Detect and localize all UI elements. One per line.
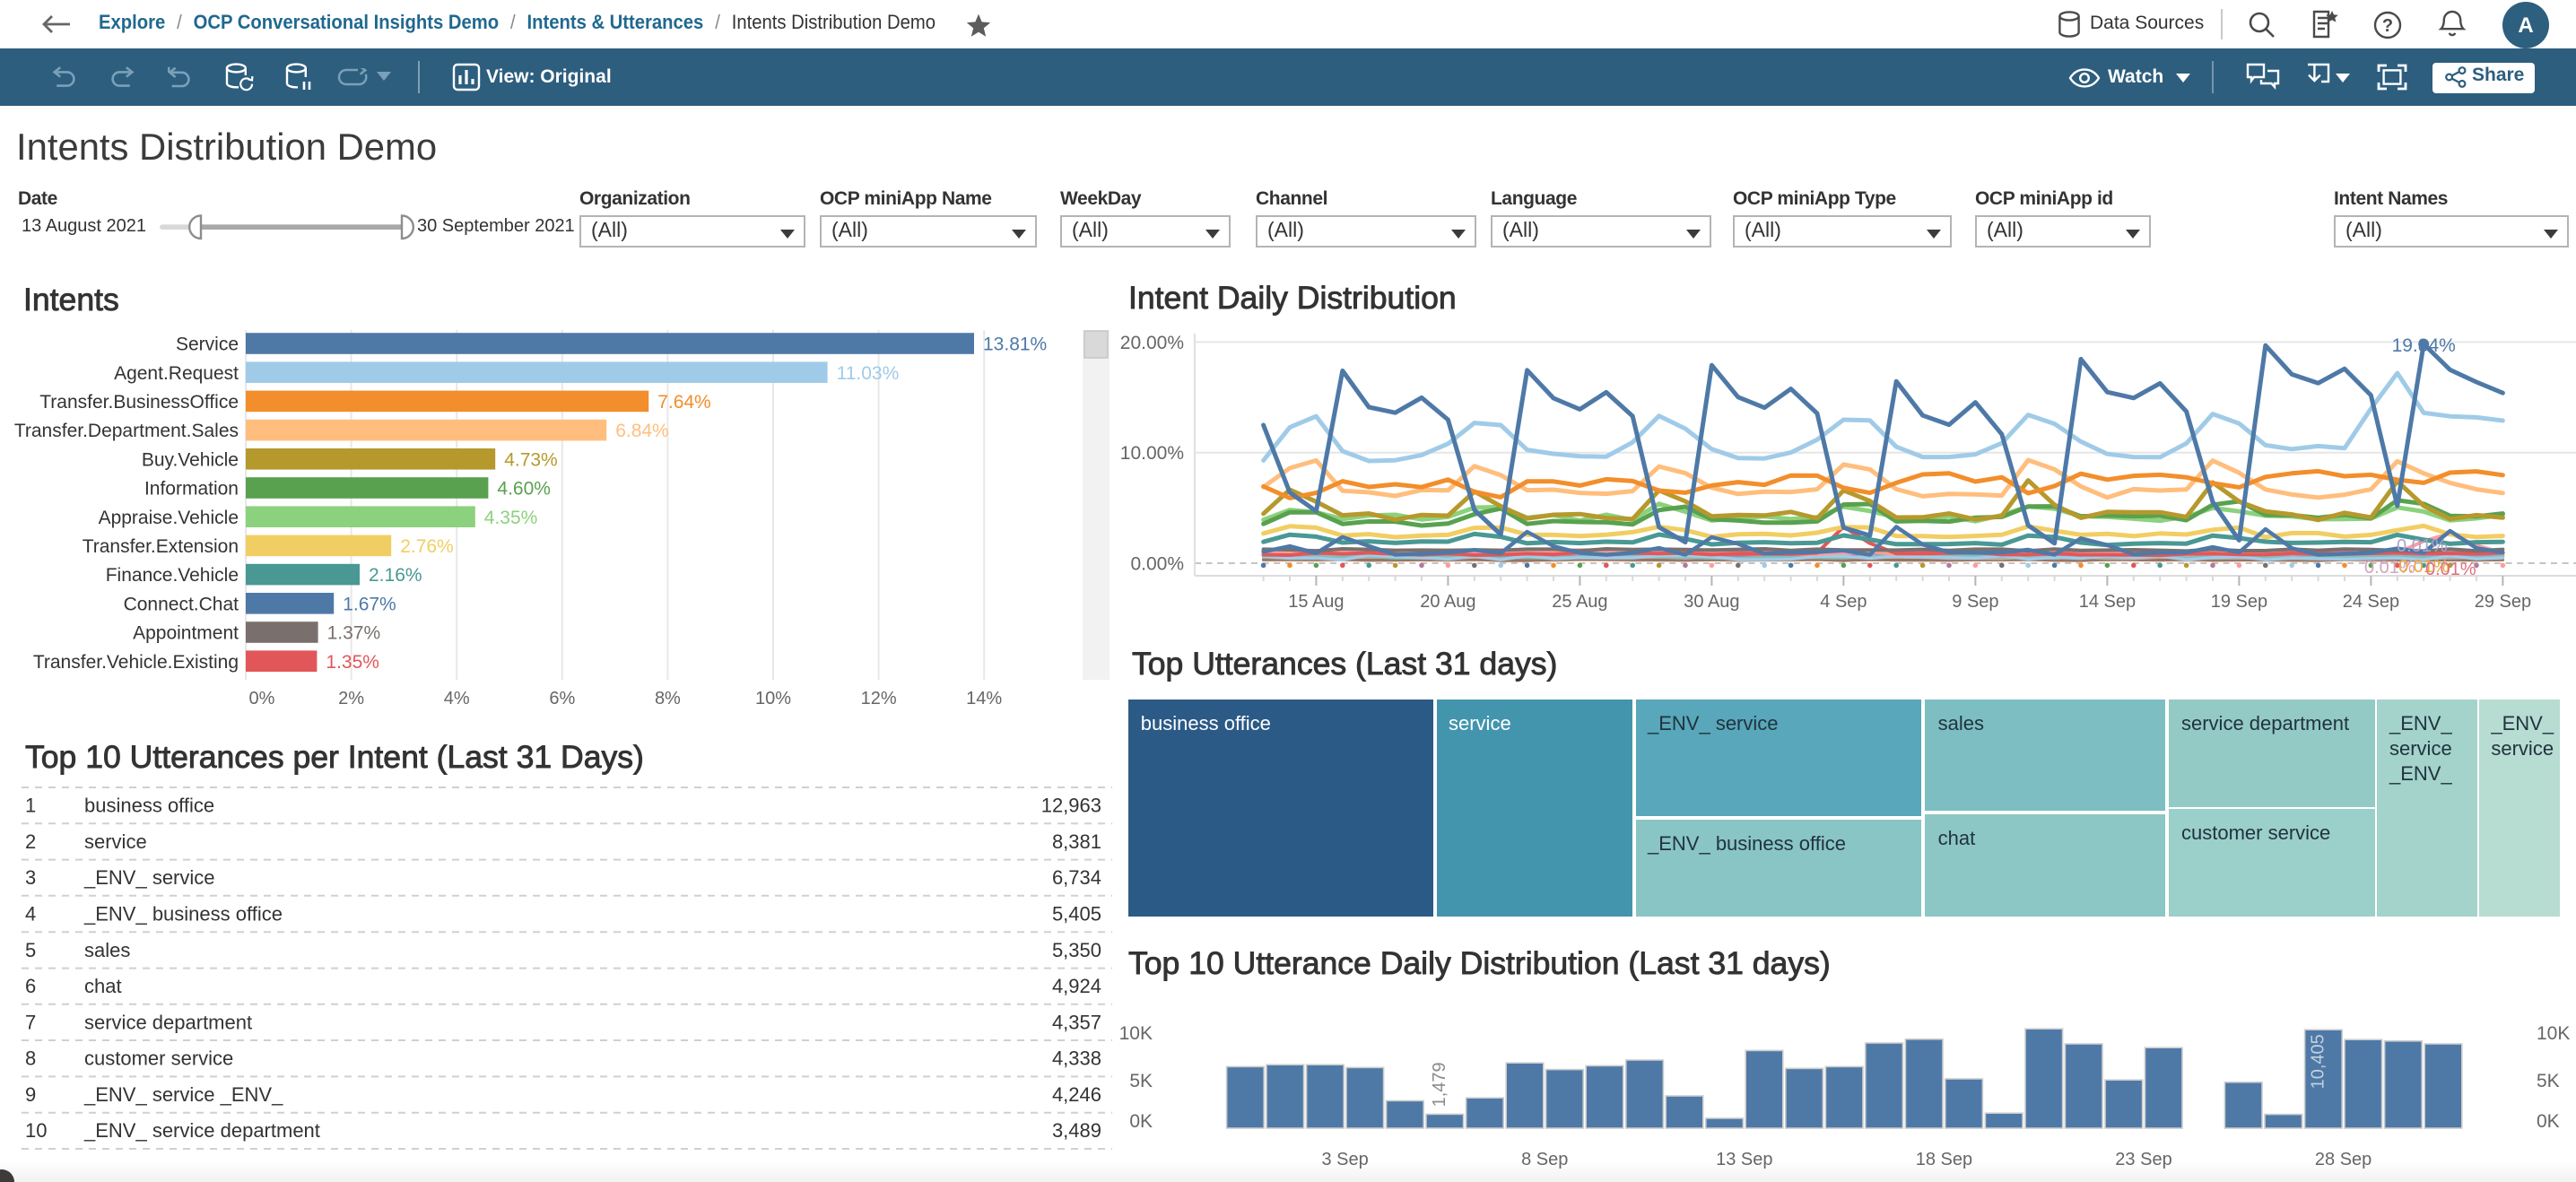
svg-text:10K: 10K [2537, 1023, 2570, 1044]
svg-text:Information: Information [144, 479, 239, 500]
svg-text:chat: chat [84, 975, 122, 997]
svg-text:8%: 8% [655, 689, 681, 708]
svg-text:_ENV_ business office: _ENV_ business office [83, 902, 283, 925]
svg-text:4,924: 4,924 [1052, 975, 1101, 997]
svg-text:19 Sep: 19 Sep [2211, 592, 2267, 612]
svg-text:15 Aug: 15 Aug [1288, 592, 1344, 612]
svg-text:11.03%: 11.03% [837, 363, 900, 384]
svg-text:5: 5 [25, 939, 36, 961]
svg-text:5,405: 5,405 [1052, 902, 1101, 925]
svg-text:Transfer.Department.Sales: Transfer.Department.Sales [14, 421, 239, 441]
svg-text:6%: 6% [549, 689, 575, 708]
svg-text:Connect.Chat: Connect.Chat [124, 594, 239, 614]
svg-text:10K: 10K [1119, 1023, 1153, 1044]
svg-text:24 Sep: 24 Sep [2343, 592, 2399, 612]
svg-text:0%: 0% [249, 689, 275, 708]
svg-text:0.01%: 0.01% [2425, 560, 2476, 579]
svg-text:10,405: 10,405 [2308, 1034, 2328, 1089]
svg-text:1.35%: 1.35% [326, 652, 379, 673]
svg-text:10%: 10% [755, 689, 791, 708]
svg-text:4: 4 [25, 902, 36, 925]
svg-text:4.60%: 4.60% [497, 479, 551, 500]
svg-text:4 Sep: 4 Sep [1820, 592, 1867, 612]
svg-text:6: 6 [25, 975, 36, 997]
svg-text:_ENV_ service: _ENV_ service [83, 866, 215, 889]
svg-text:2%: 2% [338, 689, 364, 708]
svg-text:sales: sales [84, 939, 130, 961]
svg-text:8: 8 [25, 1047, 36, 1070]
svg-text:_ENV_ service _ENV_: _ENV_ service _ENV_ [83, 1083, 283, 1106]
svg-text:12%: 12% [861, 689, 897, 708]
svg-text:3,489: 3,489 [1052, 1119, 1101, 1142]
svg-text:19.84%: 19.84% [2392, 335, 2456, 356]
svg-text:25 Aug: 25 Aug [1552, 592, 1607, 612]
svg-text:Service: Service [176, 335, 239, 355]
svg-text:0K: 0K [1129, 1111, 1153, 1132]
svg-text:1.37%: 1.37% [327, 623, 381, 644]
svg-text:Transfer.BusinessOffice: Transfer.BusinessOffice [39, 392, 239, 413]
svg-text:6,734: 6,734 [1052, 866, 1101, 889]
svg-text:Finance.Vehicle: Finance.Vehicle [106, 565, 239, 586]
svg-text:2: 2 [25, 830, 36, 853]
svg-text:3: 3 [25, 866, 36, 889]
svg-text:7.64%: 7.64% [657, 392, 711, 413]
svg-text:service: service [84, 830, 147, 853]
svg-text:8,381: 8,381 [1052, 830, 1101, 853]
svg-text:20.00%: 20.00% [1120, 333, 1184, 353]
svg-text:Appraise.Vehicle: Appraise.Vehicle [99, 508, 239, 528]
svg-text:30 Aug: 30 Aug [1684, 592, 1739, 612]
svg-text:13.81%: 13.81% [983, 335, 1047, 355]
svg-text:29 Sep: 29 Sep [2475, 592, 2531, 612]
svg-text:2.16%: 2.16% [369, 565, 422, 586]
svg-text:14 Sep: 14 Sep [2079, 592, 2136, 612]
svg-text:10: 10 [25, 1119, 47, 1142]
svg-text:12,963: 12,963 [1041, 795, 1101, 817]
svg-text:0.01%: 0.01% [2397, 536, 2448, 556]
svg-text:9: 9 [25, 1083, 36, 1106]
svg-text:service department: service department [84, 1011, 252, 1033]
svg-text:business office: business office [84, 795, 214, 817]
svg-text:6.84%: 6.84% [615, 421, 669, 441]
svg-text:2.76%: 2.76% [400, 536, 454, 557]
svg-text:20 Aug: 20 Aug [1420, 592, 1475, 612]
svg-text:4%: 4% [444, 689, 470, 708]
svg-text:Transfer.Vehicle.Existing: Transfer.Vehicle.Existing [33, 652, 239, 673]
svg-text:1.67%: 1.67% [343, 594, 396, 614]
svg-text:0.00%: 0.00% [1130, 553, 1184, 574]
svg-text:Agent.Request: Agent.Request [114, 363, 239, 384]
svg-text:5K: 5K [2537, 1071, 2560, 1091]
svg-text:0K: 0K [2537, 1111, 2560, 1132]
svg-text:Transfer.Extension: Transfer.Extension [83, 536, 239, 557]
svg-text:4,246: 4,246 [1052, 1083, 1101, 1106]
svg-text:1: 1 [25, 795, 36, 817]
svg-text:10.00%: 10.00% [1120, 443, 1184, 464]
svg-text:4,357: 4,357 [1052, 1011, 1101, 1033]
svg-text:4.35%: 4.35% [484, 508, 538, 528]
svg-text:7: 7 [25, 1011, 36, 1033]
svg-text:1,479: 1,479 [1430, 1062, 1449, 1107]
svg-text:Buy.Vehicle: Buy.Vehicle [142, 449, 239, 470]
svg-text:4,338: 4,338 [1052, 1047, 1101, 1070]
svg-text:_ENV_ service department: _ENV_ service department [83, 1119, 320, 1142]
svg-text:4.73%: 4.73% [504, 449, 558, 470]
svg-text:5K: 5K [1129, 1071, 1153, 1091]
svg-text:customer service: customer service [84, 1047, 233, 1070]
svg-text:9 Sep: 9 Sep [1952, 592, 1998, 612]
svg-text:5,350: 5,350 [1052, 939, 1101, 961]
svg-text:Appointment: Appointment [133, 623, 239, 644]
svg-text:14%: 14% [966, 689, 1002, 708]
